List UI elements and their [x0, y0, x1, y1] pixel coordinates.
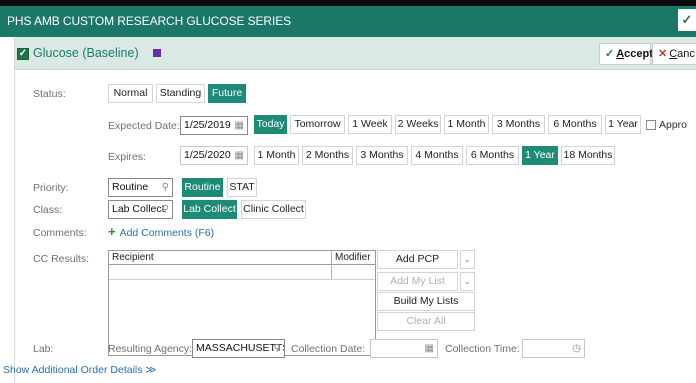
- plus-icon: +: [108, 224, 116, 239]
- add-my-list-button[interactable]: Add My List: [377, 272, 458, 291]
- class-lab-collect-button[interactable]: Lab Collect: [182, 200, 237, 219]
- order-header: ✓ Glucose (Baseline) ✓ Accept ✕ Canc: [15, 37, 696, 70]
- expected-date-input[interactable]: 1/25/2019 ▦: [180, 116, 248, 135]
- check-icon: ✓: [605, 48, 615, 60]
- status-normal-button[interactable]: Normal: [108, 84, 153, 103]
- accept-button[interactable]: ✓ Accept: [599, 43, 653, 65]
- priority-routine-button[interactable]: Routine: [182, 178, 223, 197]
- expires-label: Expires:: [108, 151, 146, 163]
- expires-6-months-button[interactable]: 6 Months: [466, 146, 519, 165]
- build-my-lists-button[interactable]: Build My Lists: [377, 292, 475, 311]
- order-flag-icon: [153, 49, 161, 57]
- priority-stat-button[interactable]: STAT: [227, 178, 257, 197]
- add-my-list-dropdown-icon[interactable]: ⌄: [460, 272, 475, 291]
- expires-1-month-button[interactable]: 1 Month: [254, 146, 299, 165]
- expected-1-month-button[interactable]: 1 Month: [444, 115, 489, 134]
- collection-date-input[interactable]: ▦: [370, 339, 438, 358]
- expires-date-input[interactable]: 1/25/2020 ▦: [180, 146, 248, 165]
- show-additional-details-link[interactable]: Show Additional Order Details ≫: [3, 364, 156, 376]
- close-icon: ✕: [658, 48, 668, 60]
- search-icon[interactable]: ⚲: [162, 179, 169, 196]
- calendar-icon[interactable]: ▦: [235, 117, 244, 134]
- recipient-column-header: Recipient: [109, 251, 331, 265]
- search-icon[interactable]: ⚲: [274, 340, 281, 357]
- expires-18-months-button[interactable]: 18 Months: [561, 146, 615, 165]
- double-chevron-down-icon: ≫: [145, 364, 157, 376]
- add-comments-link[interactable]: + Add Comments (F6): [108, 224, 214, 239]
- resulting-agency-input[interactable]: MASSACHUSETTS ⚲: [192, 339, 285, 358]
- class-label: Class:: [33, 204, 63, 216]
- status-label: Status:: [33, 88, 66, 100]
- window-titlebar: PHS AMB CUSTOM RESEARCH GLUCOSE SERIES ✓: [0, 0, 696, 37]
- approximate-label: Appro: [659, 119, 688, 131]
- order-name[interactable]: Glucose (Baseline): [33, 46, 139, 60]
- collection-time-input[interactable]: ◷: [522, 339, 585, 358]
- column-divider: [331, 251, 332, 279]
- sign-checkmark-icon[interactable]: ✓: [678, 9, 696, 31]
- add-pcp-button[interactable]: Add PCP: [377, 250, 458, 269]
- order-select-checkbox[interactable]: ✓: [17, 48, 29, 60]
- clock-icon[interactable]: ◷: [572, 340, 581, 357]
- expected-2-weeks-button[interactable]: 2 Weeks: [395, 115, 441, 134]
- status-future-button[interactable]: Future: [208, 84, 246, 103]
- expected-1-week-button[interactable]: 1 Week: [348, 115, 392, 134]
- expires-1-year-button[interactable]: 1 Year: [522, 146, 558, 165]
- cancel-button[interactable]: ✕ Canc: [652, 43, 696, 65]
- class-input[interactable]: Lab Collect ⚲: [108, 200, 173, 219]
- calendar-icon[interactable]: ▦: [425, 340, 434, 357]
- expected-3-months-button[interactable]: 3 Months: [492, 115, 545, 134]
- expected-tomorrow-button[interactable]: Tomorrow: [290, 115, 345, 134]
- collection-time-label: Collection Time:: [445, 343, 520, 355]
- cc-results-label: CC Results:: [33, 253, 90, 265]
- lab-label: Lab:: [33, 343, 54, 355]
- expected-1-year-button[interactable]: 1 Year: [605, 115, 641, 134]
- window-title: PHS AMB CUSTOM RESEARCH GLUCOSE SERIES: [7, 14, 292, 28]
- clear-all-button[interactable]: Clear All: [377, 312, 475, 331]
- expected-6-months-button[interactable]: 6 Months: [548, 115, 602, 134]
- search-icon[interactable]: ⚲: [162, 201, 169, 218]
- table-row-divider: [109, 279, 375, 280]
- modifier-column-header: Modifier: [332, 251, 375, 265]
- resulting-agency-label: Resulting Agency:: [108, 343, 193, 355]
- class-clinic-collect-button[interactable]: Clinic Collect: [241, 200, 306, 219]
- expires-2-months-button[interactable]: 2 Months: [302, 146, 353, 165]
- collection-date-label: Collection Date:: [291, 343, 366, 355]
- expected-date-label: Expected Date:: [108, 120, 180, 132]
- status-standing-button[interactable]: Standing: [156, 84, 205, 103]
- priority-input[interactable]: Routine ⚲: [108, 178, 173, 197]
- add-pcp-dropdown-icon[interactable]: ⌄: [460, 250, 475, 269]
- order-panel: ✓ Glucose (Baseline) ✓ Accept ✕ Canc Statu…: [14, 37, 696, 383]
- approximate-checkbox[interactable]: [646, 120, 656, 130]
- priority-label: Priority:: [33, 182, 69, 194]
- expires-3-months-button[interactable]: 3 Months: [356, 146, 408, 165]
- comments-label: Comments:: [33, 227, 87, 239]
- expires-4-months-button[interactable]: 4 Months: [411, 146, 463, 165]
- calendar-icon[interactable]: ▦: [235, 147, 244, 164]
- expected-today-button[interactable]: Today: [254, 115, 287, 134]
